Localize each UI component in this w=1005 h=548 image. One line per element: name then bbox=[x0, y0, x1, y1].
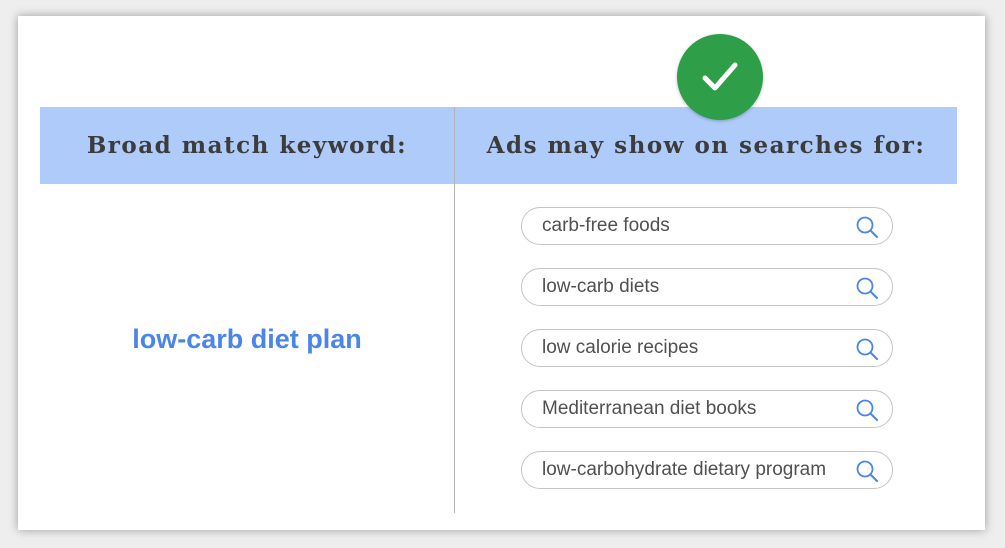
search-pill[interactable]: low calorie recipes bbox=[521, 329, 893, 367]
search-query: low-carbohydrate dietary program bbox=[542, 459, 827, 480]
search-icon bbox=[856, 216, 878, 238]
search-icon bbox=[856, 399, 878, 421]
diagram-card: Broad match keyword: Ads may show on sea… bbox=[18, 16, 985, 530]
search-query: carb-free foods bbox=[542, 215, 670, 236]
search-icon bbox=[856, 277, 878, 299]
keyword-text: low-carb diet plan bbox=[132, 324, 362, 354]
ads-show-heading: Ads may show on searches for: bbox=[486, 132, 926, 159]
search-query: Mediterranean diet books bbox=[542, 398, 757, 419]
search-pill[interactable]: low-carbohydrate dietary program bbox=[521, 451, 893, 489]
search-query: low calorie recipes bbox=[542, 337, 699, 358]
search-pill[interactable]: low-carb diets bbox=[521, 268, 893, 306]
search-list: carb-free foods low-carb diets low calor… bbox=[521, 207, 893, 512]
search-query: low-carb diets bbox=[542, 276, 660, 297]
search-icon bbox=[856, 460, 878, 482]
search-pill[interactable]: Mediterranean diet books bbox=[521, 390, 893, 428]
search-pill[interactable]: carb-free foods bbox=[521, 207, 893, 245]
search-icon bbox=[856, 338, 878, 360]
checkmark-icon bbox=[677, 34, 763, 120]
broad-match-heading: Broad match keyword: bbox=[86, 132, 408, 159]
